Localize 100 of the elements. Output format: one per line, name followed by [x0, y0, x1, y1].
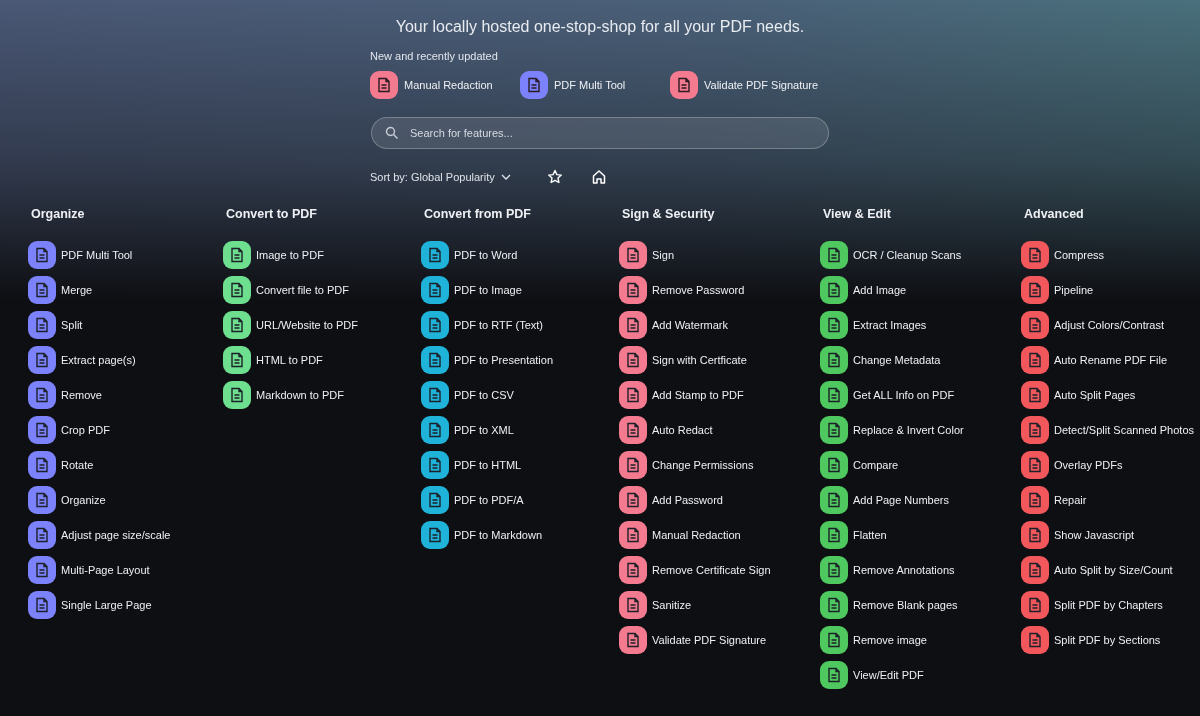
tool-link[interactable]: Remove image: [820, 626, 1021, 654]
document-icon: [625, 387, 641, 403]
document-icon: [229, 352, 245, 368]
document-icon: [1027, 247, 1043, 263]
tool-link[interactable]: Sign with Certficate: [619, 346, 820, 374]
tool-link[interactable]: Show Javascript: [1021, 521, 1199, 549]
tool-link[interactable]: Image to PDF: [223, 241, 421, 269]
document-icon: [229, 317, 245, 333]
document-icon: [625, 457, 641, 473]
tool-link[interactable]: Change Metadata: [820, 346, 1021, 374]
category-heading: View & Edit: [822, 207, 892, 221]
tool-link[interactable]: Compress: [1021, 241, 1199, 269]
tool-link[interactable]: HTML to PDF: [223, 346, 421, 374]
document-icon: [427, 317, 443, 333]
tool-link[interactable]: Organize: [28, 486, 223, 514]
tool-link[interactable]: Sanitize: [619, 591, 820, 619]
tool-link[interactable]: PDF to HTML: [421, 451, 619, 479]
tool-link[interactable]: Pipeline: [1021, 276, 1199, 304]
tool-link[interactable]: Crop PDF: [28, 416, 223, 444]
tool-link[interactable]: PDF to Presentation: [421, 346, 619, 374]
tool-link[interactable]: Convert file to PDF: [223, 276, 421, 304]
document-icon: [427, 247, 443, 263]
tool-link[interactable]: Add Page Numbers: [820, 486, 1021, 514]
tool-link[interactable]: Single Large Page: [28, 591, 223, 619]
document-icon: [229, 247, 245, 263]
document-icon: [427, 387, 443, 403]
document-icon: [826, 667, 842, 683]
tool-link[interactable]: Auto Rename PDF File: [1021, 346, 1199, 374]
tool-link[interactable]: PDF to PDF/A: [421, 486, 619, 514]
tool-link[interactable]: PDF to RTF (Text): [421, 311, 619, 339]
tool-link[interactable]: Detect/Split Scanned Photos: [1021, 416, 1199, 444]
document-icon: [34, 387, 50, 403]
document-icon: [1027, 422, 1043, 438]
document-icon: [34, 597, 50, 613]
document-icon: [376, 77, 392, 93]
document-icon: [1027, 457, 1043, 473]
document-icon: [427, 492, 443, 508]
tool-link[interactable]: Extract page(s): [28, 346, 223, 374]
document-icon: [1027, 387, 1043, 403]
tool-link[interactable]: Markdown to PDF: [223, 381, 421, 409]
tool-link[interactable]: View/Edit PDF: [820, 661, 1021, 689]
tool-link[interactable]: Flatten: [820, 521, 1021, 549]
tool-link[interactable]: Auto Split Pages: [1021, 381, 1199, 409]
tool-link[interactable]: PDF Multi Tool: [28, 241, 223, 269]
category-heading: Advanced: [1023, 207, 1085, 221]
tool-link[interactable]: Repair: [1021, 486, 1199, 514]
tool-link[interactable]: Add Watermark: [619, 311, 820, 339]
tool-link[interactable]: Remove Certificate Sign: [619, 556, 820, 584]
document-icon: [34, 352, 50, 368]
tool-link[interactable]: Rotate: [28, 451, 223, 479]
feature-link[interactable]: PDF Multi Tool: [520, 71, 670, 99]
feature-link[interactable]: Validate PDF Signature: [670, 71, 820, 99]
tool-link[interactable]: Auto Split by Size/Count: [1021, 556, 1199, 584]
tool-link[interactable]: URL/Website to PDF: [223, 311, 421, 339]
tool-link[interactable]: PDF to XML: [421, 416, 619, 444]
tool-link[interactable]: PDF to Image: [421, 276, 619, 304]
tool-link[interactable]: PDF to CSV: [421, 381, 619, 409]
document-icon: [34, 492, 50, 508]
tool-link[interactable]: Split PDF by Sections: [1021, 626, 1199, 654]
tool-link[interactable]: Remove Password: [619, 276, 820, 304]
tool-link[interactable]: OCR / Cleanup Scans: [820, 241, 1021, 269]
star-icon: [546, 169, 563, 185]
tool-link[interactable]: Multi-Page Layout: [28, 556, 223, 584]
document-icon: [625, 492, 641, 508]
document-icon: [34, 527, 50, 543]
tool-link[interactable]: Add Image: [820, 276, 1021, 304]
document-icon: [34, 562, 50, 578]
document-icon: [229, 282, 245, 298]
tool-link[interactable]: Change Permissions: [619, 451, 820, 479]
tool-link[interactable]: Add Password: [619, 486, 820, 514]
tool-link[interactable]: Get ALL Info on PDF: [820, 381, 1021, 409]
tool-link[interactable]: Compare: [820, 451, 1021, 479]
section-label: New and recently updated: [370, 50, 499, 62]
tool-link[interactable]: Sign: [619, 241, 820, 269]
document-icon: [1027, 352, 1043, 368]
tool-link[interactable]: Adjust Colors/Contrast: [1021, 311, 1199, 339]
tool-link[interactable]: Overlay PDFs: [1021, 451, 1199, 479]
tool-link[interactable]: PDF to Word: [421, 241, 619, 269]
tool-link[interactable]: PDF to Markdown: [421, 521, 619, 549]
tool-link[interactable]: Add Stamp to PDF: [619, 381, 820, 409]
feature-link[interactable]: Manual Redaction: [370, 71, 520, 99]
tool-link[interactable]: Remove Annotations: [820, 556, 1021, 584]
document-icon: [427, 282, 443, 298]
tool-link[interactable]: Replace & Invert Color: [820, 416, 1021, 444]
document-icon: [625, 527, 641, 543]
tool-link[interactable]: Manual Redaction: [619, 521, 820, 549]
tool-link[interactable]: Extract Images: [820, 311, 1021, 339]
sort-dropdown[interactable]: Sort by: Global Popularity: [370, 169, 511, 185]
tool-link[interactable]: Adjust page size/scale: [28, 521, 223, 549]
tool-link[interactable]: Remove Blank pages: [820, 591, 1021, 619]
tool-link[interactable]: Validate PDF Signature: [619, 626, 820, 654]
category-heading: Organize: [30, 207, 86, 221]
tool-link[interactable]: Split: [28, 311, 223, 339]
tool-link[interactable]: Split PDF by Chapters: [1021, 591, 1199, 619]
tool-link[interactable]: Remove: [28, 381, 223, 409]
tool-link[interactable]: Merge: [28, 276, 223, 304]
document-icon: [826, 527, 842, 543]
tool-link[interactable]: Auto Redact: [619, 416, 820, 444]
document-icon: [1027, 282, 1043, 298]
document-icon: [34, 317, 50, 333]
